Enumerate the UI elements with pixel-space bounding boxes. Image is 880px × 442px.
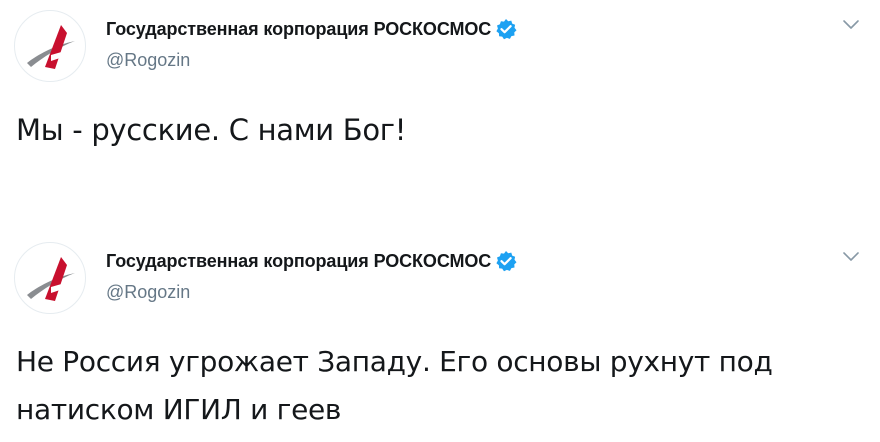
tweet-text: Мы - русские. С нами Бог! xyxy=(16,113,407,147)
verified-badge-icon xyxy=(495,250,517,272)
author-name-row: Государственная корпорация РОСКОСМОС xyxy=(106,250,517,272)
roscosmos-logo-icon xyxy=(27,25,75,69)
tweet-text: Не Россия угрожает Западу. Его основы ру… xyxy=(16,345,773,426)
author-display-name[interactable]: Государственная корпорация РОСКОСМОС xyxy=(106,19,491,40)
author-display-name[interactable]: Государственная корпорация РОСКОСМОС xyxy=(106,251,491,272)
author-name-row: Государственная корпорация РОСКОСМОС xyxy=(106,18,517,40)
avatar[interactable] xyxy=(14,10,86,82)
roscosmos-logo-icon xyxy=(27,257,75,301)
chevron-down-icon[interactable] xyxy=(840,18,862,32)
verified-badge-icon xyxy=(495,18,517,40)
chevron-down-icon[interactable] xyxy=(840,250,862,264)
tweet-card[interactable]: Государственная корпорация РОСКОСМОС @Ro… xyxy=(0,232,880,442)
author-handle[interactable]: @Rogozin xyxy=(106,50,190,71)
avatar[interactable] xyxy=(14,242,86,314)
tweet-card[interactable]: Государственная корпорация РОСКОСМОС @Ro… xyxy=(0,0,880,200)
author-handle[interactable]: @Rogozin xyxy=(106,282,190,303)
